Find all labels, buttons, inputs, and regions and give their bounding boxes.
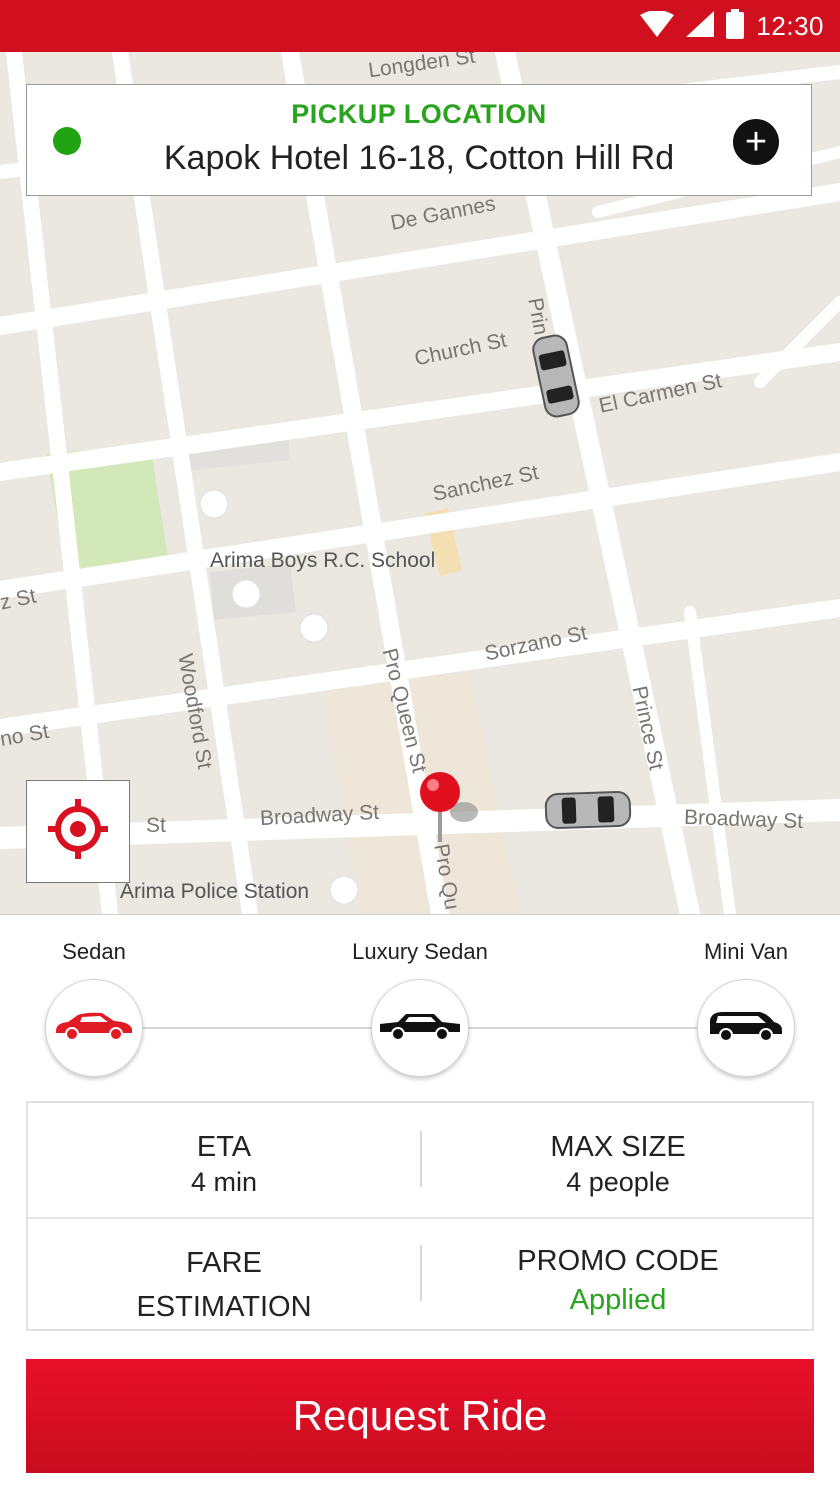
vehicle-label: Luxury Sedan — [352, 939, 488, 964]
add-stop-button[interactable]: + — [733, 119, 779, 165]
poi-label: Arima Boys R.C. School — [210, 549, 436, 572]
vehicle-label: Sedan — [62, 939, 126, 964]
pickup-location-card[interactable]: PICKUP LOCATION Kapok Hotel 16-18, Cotto… — [26, 84, 812, 196]
eta-value: 4 min — [190, 1167, 258, 1197]
eta-cell: ETA 4 min — [28, 1129, 420, 1199]
street-label: St — [146, 814, 166, 837]
street-label: Broadway St — [683, 805, 804, 834]
police-poi-icon — [329, 875, 359, 905]
wifi-icon — [640, 9, 675, 42]
divider — [28, 1217, 812, 1219]
crosshair-icon — [46, 797, 110, 866]
vehicle-label: Mini Van — [704, 939, 788, 964]
signal-icon — [686, 10, 715, 42]
status-icons: 12:30 — [640, 0, 824, 52]
minivan-icon — [708, 1010, 784, 1047]
promo-label: PROMO CODE — [517, 1245, 719, 1277]
battery-icon — [726, 8, 745, 44]
plus-icon: + — [744, 121, 768, 163]
museum-poi-icon — [199, 489, 229, 519]
promo-status: Applied — [569, 1284, 667, 1316]
request-ride-button[interactable]: Request Ride — [26, 1359, 814, 1473]
fare-label: ESTIMATION — [136, 1291, 312, 1323]
ride-info-grid: ETA 4 min MAX SIZE 4 people FARE ESTIMAT… — [26, 1101, 814, 1331]
eta-label: ETA — [196, 1131, 252, 1163]
promo-code-button[interactable]: PROMO CODE Applied — [422, 1241, 814, 1319]
pickup-address[interactable]: Kapok Hotel 16-18, Cotton Hill Rd — [27, 139, 811, 178]
luxury-sedan-icon — [378, 1011, 462, 1046]
sedan-car-icon — [52, 1011, 136, 1046]
car-marker — [544, 790, 632, 830]
max-size-label: MAX SIZE — [550, 1131, 686, 1163]
shopping-poi-icon — [299, 613, 329, 643]
vehicle-option-luxury-sedan[interactable]: Luxury Sedan — [330, 915, 510, 1085]
my-location-button[interactable] — [26, 780, 130, 883]
pickup-title: PICKUP LOCATION — [291, 99, 547, 129]
vehicle-button[interactable] — [371, 979, 469, 1077]
fare-label: FARE — [186, 1247, 262, 1279]
vehicle-option-mini-van[interactable]: Mini Van — [656, 915, 836, 1085]
school-poi-icon — [231, 579, 261, 609]
max-size-cell: MAX SIZE 4 people — [422, 1129, 814, 1199]
poi-label: Arima Police Station — [120, 880, 310, 903]
status-time: 12:30 — [756, 10, 824, 41]
vehicle-button[interactable] — [697, 979, 795, 1077]
fare-estimation-button[interactable]: FARE ESTIMATION — [28, 1241, 420, 1329]
status-bar: 12:30 — [0, 0, 840, 52]
vehicle-button[interactable] — [45, 979, 143, 1077]
vehicle-option-sedan[interactable]: Sedan — [4, 915, 184, 1085]
max-size-value: 4 people — [566, 1167, 670, 1197]
ride-options-panel: Sedan Luxury Sedan Mini Van ETA 4 min MA… — [0, 914, 840, 1494]
